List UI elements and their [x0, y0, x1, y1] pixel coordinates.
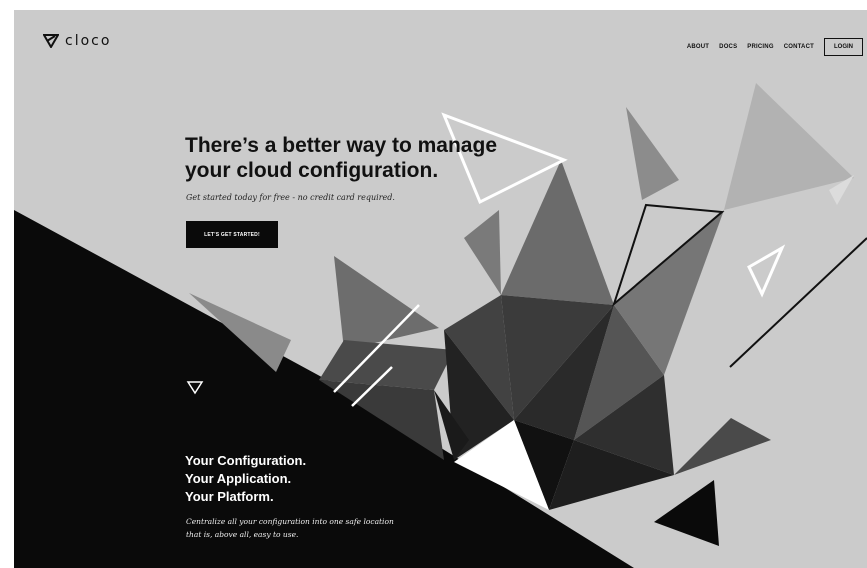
- brand-logo[interactable]: cloco: [43, 33, 111, 49]
- hero-headline: There’s a better way to manage your clou…: [185, 134, 497, 182]
- nav-link-docs[interactable]: DOCS: [719, 44, 737, 50]
- feature-description: Centralize all your configuration into o…: [186, 517, 394, 539]
- landing-page: cloco ABOUT DOCS PRICING CONTACT LOGIN T…: [14, 10, 867, 568]
- feature-application: Your Application.: [185, 471, 292, 486]
- brand-name: cloco: [65, 33, 112, 49]
- top-navigation: ABOUT DOCS PRICING CONTACT LOGIN: [687, 38, 863, 56]
- hero-tagline: Get started today for free - no credit c…: [186, 193, 395, 202]
- feature-list: Your Configuration. Your Application. Yo…: [185, 452, 306, 506]
- nav-link-contact[interactable]: CONTACT: [784, 44, 814, 50]
- cloco-logo-icon: [43, 34, 59, 48]
- polygon-artwork: [14, 83, 867, 568]
- nav-link-pricing[interactable]: PRICING: [747, 44, 773, 50]
- feature-platform: Your Platform.: [185, 489, 274, 504]
- login-button[interactable]: LOGIN: [824, 38, 863, 56]
- nav-link-about[interactable]: ABOUT: [687, 44, 709, 50]
- feature-configuration: Your Configuration.: [185, 453, 307, 468]
- get-started-button[interactable]: LET’S GET STARTED!: [186, 221, 278, 248]
